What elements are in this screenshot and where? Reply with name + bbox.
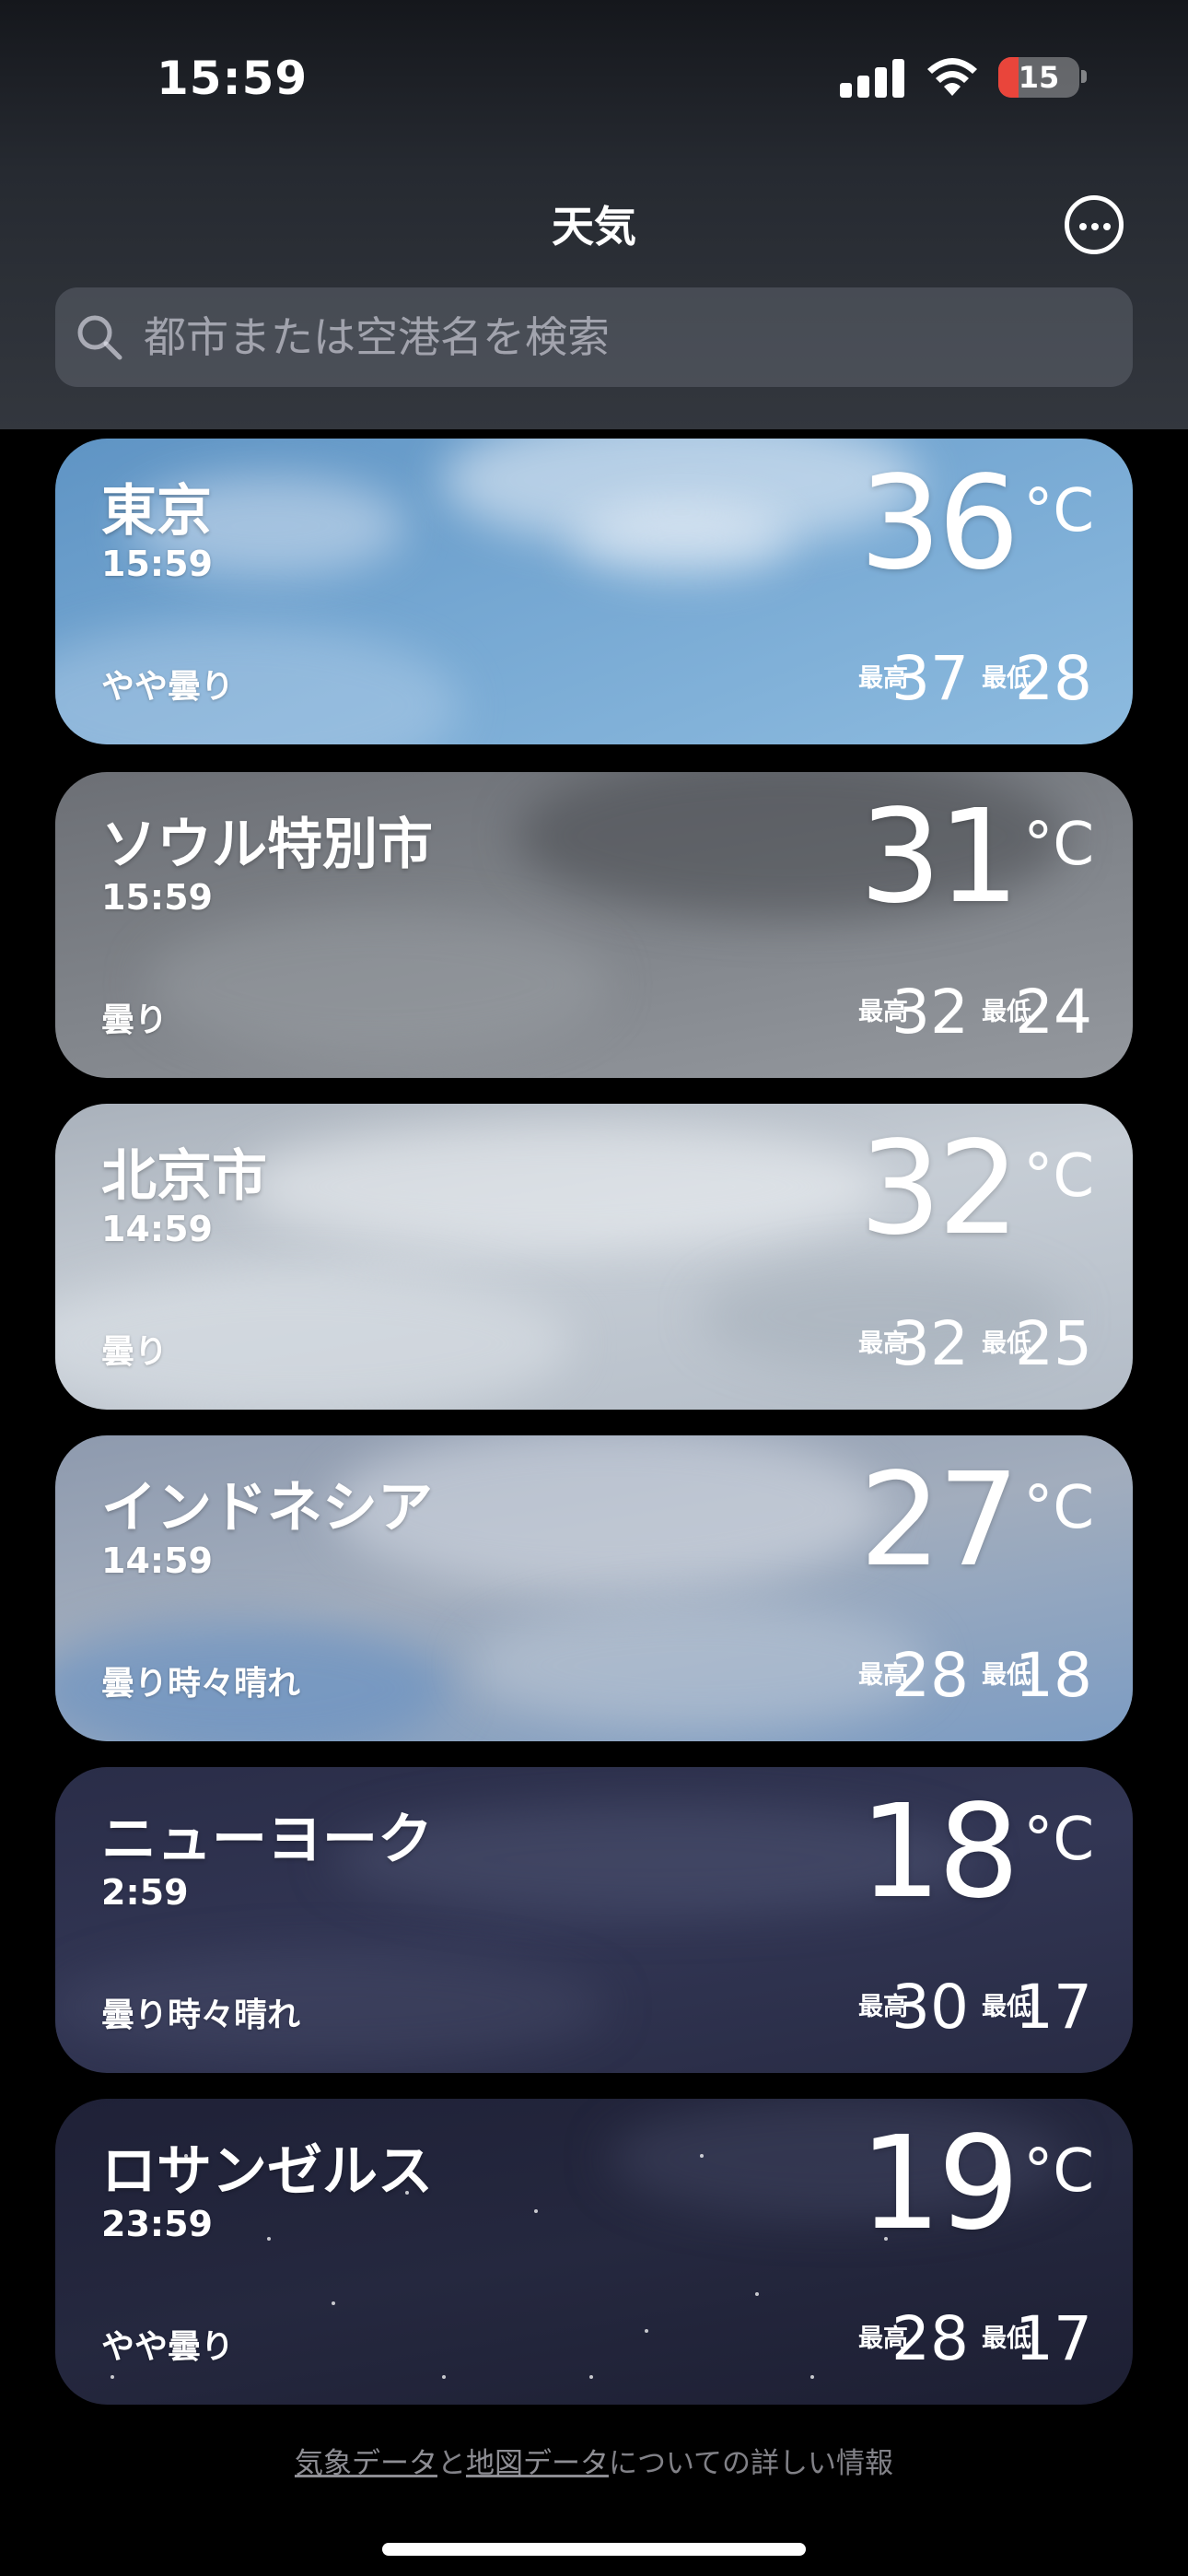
weather-condition: 曇り時々晴れ — [101, 1996, 301, 2034]
high-temperature: 30 — [891, 1972, 970, 2043]
low-temperature: 25 — [1015, 1308, 1092, 1379]
current-temperature: 27 — [859, 1446, 1019, 1596]
local-time: 15:59 — [101, 544, 213, 584]
high-temperature: 28 — [891, 2303, 970, 2374]
high-label: 最高 — [858, 664, 909, 693]
battery-level: 15 — [1018, 60, 1060, 95]
weather-condition: やや曇り — [101, 668, 235, 706]
city-card-tokyo[interactable]: 東京 15:59 やや曇り 36 °C 最高 37 最低 28 — [55, 439, 1133, 744]
city-name: ソウル特別市 — [101, 813, 433, 877]
city-name: ニューヨーク — [101, 1808, 433, 1872]
temperature-unit: °C — [1023, 811, 1094, 879]
low-label: 最低 — [982, 998, 1032, 1026]
status-time: 15:59 — [157, 52, 309, 105]
temperature-unit: °C — [1023, 1474, 1094, 1542]
page-title: 天気 — [552, 202, 636, 252]
high-label: 最高 — [858, 2324, 909, 2353]
current-temperature: 32 — [859, 1114, 1019, 1264]
attribution-suffix: についての詳しい情報 — [608, 2447, 894, 2480]
high-label: 最高 — [858, 1329, 909, 1358]
temperature-unit: °C — [1023, 1142, 1094, 1211]
weather-data-link[interactable]: 気象データ — [295, 2447, 437, 2480]
city-card-new-york[interactable]: ニューヨーク 2:59 曇り時々晴れ 18 °C 最高 30 最低 17 — [55, 1767, 1133, 2073]
temperature-unit: °C — [1023, 1806, 1094, 1874]
cellular-signal-icon — [840, 57, 904, 98]
low-label: 最低 — [982, 1661, 1032, 1690]
wifi-icon — [927, 58, 977, 96]
city-card-indonesia[interactable]: インドネシア 14:59 曇り時々晴れ 27 °C 最高 28 最低 18 — [55, 1435, 1133, 1741]
local-time: 23:59 — [101, 2204, 213, 2244]
weather-condition: 曇り時々晴れ — [101, 1665, 301, 1703]
low-label: 最低 — [982, 664, 1032, 693]
temperature-unit: °C — [1023, 477, 1094, 545]
battery-icon: 15 — [998, 57, 1079, 98]
city-card-beijing[interactable]: 北京市 14:59 曇り 32 °C 最高 32 最低 25 — [55, 1104, 1133, 1410]
low-label: 最低 — [982, 1329, 1032, 1358]
city-name: ロサンゼルス — [101, 2139, 433, 2204]
data-attribution: 気象データと地図データについての詳しい情報 — [0, 2440, 1188, 2481]
low-temperature: 24 — [1015, 977, 1092, 1048]
home-indicator[interactable] — [382, 2543, 806, 2556]
weather-condition: やや曇り — [101, 2328, 235, 2366]
local-time: 14:59 — [101, 1209, 213, 1249]
current-temperature: 19 — [859, 2109, 1019, 2259]
current-temperature: 31 — [859, 782, 1019, 932]
weather-condition: 曇り — [101, 1001, 169, 1039]
battery-tip — [1081, 70, 1087, 83]
city-card-los-angeles[interactable]: ロサンゼルス 23:59 やや曇り 19 °C 最高 28 最低 17 — [55, 2099, 1133, 2405]
low-label: 最低 — [982, 1993, 1032, 2021]
low-temperature: 28 — [1015, 643, 1092, 714]
city-name: 北京市 — [101, 1144, 267, 1209]
search-input[interactable]: 都市または空港名を検索 — [55, 287, 1133, 387]
search-placeholder: 都市または空港名を検索 — [144, 312, 610, 362]
low-temperature: 17 — [1015, 2303, 1092, 2374]
low-temperature: 17 — [1015, 1972, 1092, 2043]
search-icon — [77, 315, 122, 360]
low-temperature: 18 — [1015, 1640, 1092, 1711]
map-data-link[interactable]: 地図データ — [466, 2447, 609, 2480]
high-label: 最高 — [858, 998, 909, 1026]
local-time: 14:59 — [101, 1540, 213, 1581]
high-temperature: 37 — [891, 643, 970, 714]
city-name: 東京 — [101, 479, 212, 544]
weather-condition: 曇り — [101, 1333, 169, 1371]
attribution-and: と — [437, 2447, 466, 2480]
local-time: 15:59 — [101, 877, 213, 918]
local-time: 2:59 — [101, 1872, 189, 1913]
temperature-unit: °C — [1023, 2137, 1094, 2206]
high-temperature: 28 — [891, 1640, 970, 1711]
high-temperature: 32 — [891, 1308, 970, 1379]
current-temperature: 36 — [859, 449, 1019, 599]
high-label: 最高 — [858, 1993, 909, 2021]
city-name: インドネシア — [101, 1476, 433, 1540]
city-card-seoul[interactable]: ソウル特別市 15:59 曇り 31 °C 最高 32 最低 24 — [55, 772, 1133, 1078]
current-temperature: 18 — [859, 1777, 1019, 1927]
more-options-button[interactable] — [1065, 195, 1124, 254]
high-temperature: 32 — [891, 977, 970, 1048]
high-label: 最高 — [858, 1661, 909, 1690]
low-label: 最低 — [982, 2324, 1032, 2353]
